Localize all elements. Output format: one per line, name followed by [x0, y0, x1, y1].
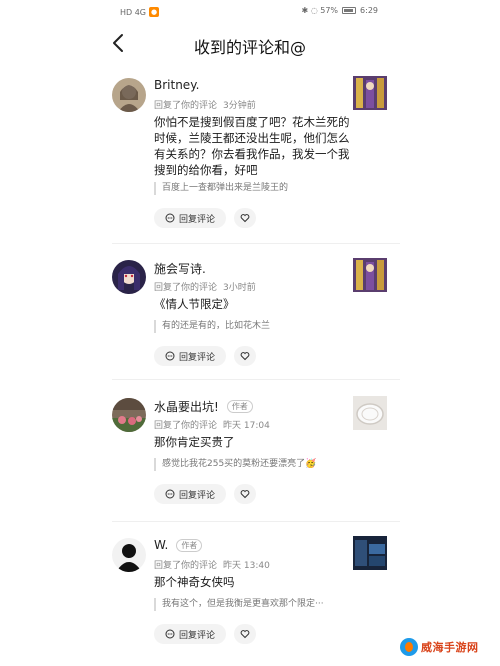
heart-icon — [240, 630, 250, 639]
reply-button-label: 回复评论 — [178, 490, 215, 501]
avatar[interactable] — [112, 538, 146, 572]
comment-meta: 回复了你的评论 昨天 13:40 — [154, 558, 270, 571]
reply-comment-button[interactable]: 回复评论 — [154, 484, 226, 504]
status-icons: ✱ ◌ 57% — [301, 6, 339, 15]
quoted-comment: 我有这个，但是我衡是更喜欢那个限定··· — [154, 598, 350, 611]
timestamp: 昨天 17:04 — [223, 421, 270, 431]
list-item[interactable]: Britney. 回复了你的评论 3分钟前 你怕不是搜到假百度了吧？花木兰死的时候… — [100, 62, 400, 244]
list-item[interactable]: 水晶要出坑! 作者 回复了你的评论 昨天 17:04 那你肯定买贵了 感觉比我花2… — [100, 380, 400, 522]
video-thumbnail[interactable] — [353, 536, 387, 570]
comment-meta: 回复了你的评论 昨天 17:04 — [154, 418, 270, 431]
action-text: 回复了你的评论 — [154, 421, 218, 431]
heart-icon — [240, 490, 250, 499]
timestamp: 3分钟前 — [223, 101, 256, 111]
watermark-text: 威海手游网 — [421, 641, 479, 654]
author-badge: 作者 — [226, 400, 253, 413]
comment-icon — [165, 213, 175, 223]
quoted-comment: 感觉比我花255买的莫粉还要漂亮了🥳 — [154, 458, 350, 471]
like-button[interactable] — [234, 624, 256, 644]
comment-list: Britney. 回复了你的评论 3分钟前 你怕不是搜到假百度了吧？花木兰死的时候… — [100, 62, 400, 662]
like-button[interactable] — [234, 484, 256, 504]
user-name[interactable]: 施会写诗. — [154, 260, 206, 277]
reply-text: 那你肯定买贵了 — [154, 435, 235, 449]
action-text: 回复了你的评论 — [154, 101, 218, 111]
user-name[interactable]: W. — [154, 538, 168, 552]
quoted-comment: 百度上一查都弹出来是兰陵王的 — [154, 182, 350, 195]
reply-text: 你怕不是搜到假百度了吧？花木兰死的时候，兰陵王都还没出生呢，他们怎么有关系的？你… — [154, 115, 350, 177]
reply-text: 那个神奇女侠吗 — [154, 575, 235, 589]
reply-comment-button[interactable]: 回复评论 — [154, 346, 226, 366]
video-thumbnail[interactable] — [353, 258, 387, 292]
status-bar: HD 4G ● ✱ ◌ 57% 6:29 — [0, 0, 500, 26]
quoted-comment: 有的还是有的，比如花木兰 — [154, 320, 350, 333]
comment-meta: 回复了你的评论 3小时前 — [154, 280, 256, 293]
list-item[interactable]: 施会写诗. 回复了你的评论 3小时前 《情人节限定》 有的还是有的，比如花木兰 回… — [100, 244, 400, 380]
like-button[interactable] — [234, 346, 256, 366]
nav-bar: 收到的评论和@ — [100, 26, 400, 62]
list-item[interactable]: W. 作者 回复了你的评论 昨天 13:40 那个神奇女侠吗 我有这个，但是我衡是… — [100, 522, 400, 662]
clock: 6:29 — [360, 6, 378, 15]
action-text: 回复了你的评论 — [154, 561, 218, 571]
status-bar-left: HD 4G ● — [120, 7, 160, 17]
battery-icon — [342, 7, 357, 14]
timestamp: 昨天 13:40 — [223, 561, 270, 571]
video-thumbnail[interactable] — [353, 396, 387, 430]
comment-icon — [165, 489, 175, 499]
comment-icon — [165, 351, 175, 361]
reply-button-label: 回复评论 — [178, 630, 215, 641]
video-thumbnail[interactable] — [353, 76, 387, 110]
notification-badge: ● — [149, 7, 160, 17]
author-badge: 作者 — [176, 538, 203, 552]
reply-button-label: 回复评论 — [178, 214, 215, 225]
status-bar-right: ✱ ◌ 57% 6:29 — [301, 6, 378, 15]
reply-comment-button[interactable]: 回复评论 — [154, 208, 226, 228]
heart-icon — [240, 214, 250, 223]
reply-text: 《情人节限定》 — [154, 297, 235, 311]
timestamp: 3小时前 — [223, 283, 256, 293]
watermark: 威海手游网 — [400, 634, 500, 660]
avatar[interactable] — [112, 78, 146, 112]
action-text: 回复了你的评论 — [154, 283, 218, 293]
heart-icon — [240, 352, 250, 361]
avatar[interactable] — [112, 398, 146, 432]
reply-button-label: 回复评论 — [178, 352, 215, 363]
avatar[interactable] — [112, 260, 146, 294]
comment-icon — [165, 629, 175, 639]
user-name[interactable]: Britney. — [154, 78, 199, 92]
comment-meta: 回复了你的评论 3分钟前 — [154, 98, 256, 111]
like-button[interactable] — [234, 208, 256, 228]
page-title: 收到的评论和@ — [193, 38, 306, 57]
user-name[interactable]: 水晶要出坑! — [154, 398, 219, 415]
reply-comment-button[interactable]: 回复评论 — [154, 624, 226, 644]
signal-text: HD 4G — [120, 7, 147, 17]
watermark-logo-icon — [400, 638, 418, 656]
